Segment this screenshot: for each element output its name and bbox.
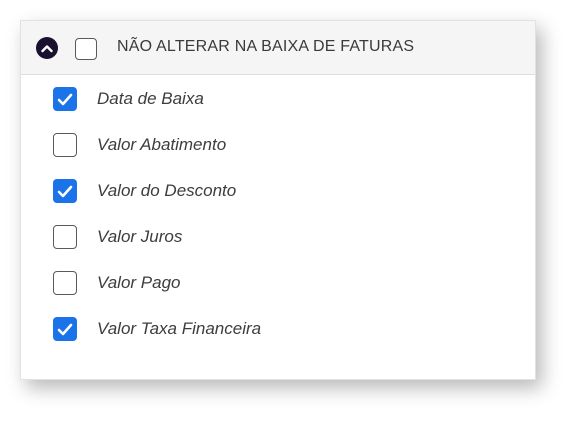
checkbox-checked[interactable] <box>53 87 77 111</box>
item-label: Valor Juros <box>97 227 183 246</box>
select-all-checkbox[interactable] <box>75 38 97 60</box>
list-item[interactable]: Valor Taxa Financeira <box>21 305 535 351</box>
chevron-up-circle-icon[interactable] <box>36 37 58 59</box>
checkbox-checked[interactable] <box>53 179 77 203</box>
checkbox-checked[interactable] <box>53 317 77 341</box>
item-label: Valor do Desconto <box>97 181 237 200</box>
settings-panel: NÃO ALTERAR NA BAIXA DE FATURAS Data de … <box>20 20 536 380</box>
checkbox-unchecked[interactable] <box>53 133 77 157</box>
list-item[interactable]: Valor Pago <box>21 259 535 305</box>
checkbox-unchecked[interactable] <box>53 225 77 249</box>
list-item[interactable]: Valor Juros <box>21 213 535 259</box>
item-label: Valor Abatimento <box>97 135 227 154</box>
checkbox-unchecked[interactable] <box>53 271 77 295</box>
item-label: Valor Pago <box>97 273 181 292</box>
check-icon <box>57 185 73 197</box>
item-label: Data de Baixa <box>97 89 204 108</box>
panel-header: NÃO ALTERAR NA BAIXA DE FATURAS <box>21 21 535 75</box>
section-title: NÃO ALTERAR NA BAIXA DE FATURAS <box>117 38 415 55</box>
check-icon <box>57 93 73 105</box>
list-item[interactable]: Valor Abatimento <box>21 121 535 167</box>
list-item[interactable]: Valor do Desconto <box>21 167 535 213</box>
item-label: Valor Taxa Financeira <box>97 319 262 338</box>
list-item[interactable]: Data de Baixa <box>21 75 535 121</box>
check-icon <box>57 323 73 335</box>
